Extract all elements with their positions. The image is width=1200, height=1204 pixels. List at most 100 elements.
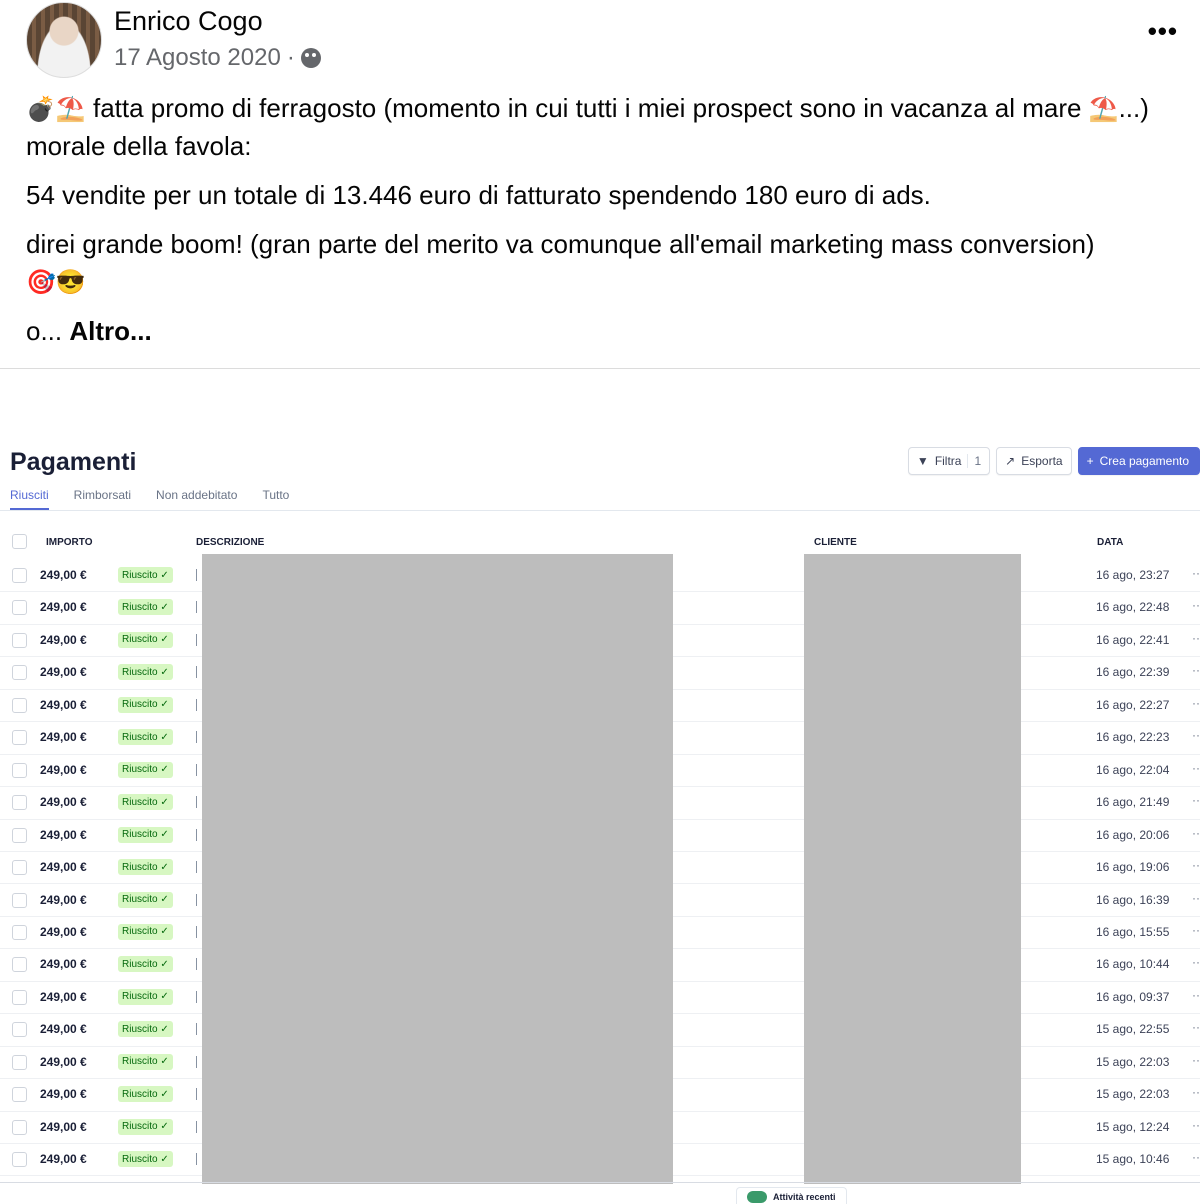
description-marker	[196, 1055, 197, 1068]
select-all-checkbox[interactable]	[12, 534, 27, 549]
post-paragraph-3: direi grande boom! (gran parte del merit…	[26, 229, 1095, 296]
row-menu-icon[interactable]: ··	[1192, 566, 1200, 580]
row-checkbox[interactable]	[12, 957, 27, 973]
row-menu-icon[interactable]: ··	[1192, 1053, 1200, 1067]
row-menu-icon[interactable]: ··	[1192, 1085, 1200, 1099]
row-menu-icon[interactable]: ··	[1192, 663, 1200, 677]
row-menu-icon[interactable]: ··	[1192, 631, 1200, 645]
description-marker	[196, 925, 197, 938]
description-marker	[196, 958, 197, 971]
row-menu-icon[interactable]: ··	[1192, 1150, 1200, 1164]
row-menu-icon[interactable]: ··	[1192, 1020, 1200, 1034]
row-checkbox[interactable]	[12, 924, 27, 940]
row-menu-icon[interactable]: ··	[1192, 923, 1200, 937]
post-paragraph-1: 💣⛱️ fatta promo di ferragosto (momento i…	[26, 93, 1149, 161]
status-badge: Riuscito ✓	[118, 567, 173, 583]
tab-tutto[interactable]: Tutto	[262, 488, 289, 510]
row-amount: 249,00 €	[40, 762, 87, 777]
toolbar: ▼ Filtra 1 ↗ Esporta + Crea pagamento	[907, 447, 1200, 475]
recent-activity-tab[interactable]: Attività recenti	[736, 1187, 847, 1204]
globe-icon	[300, 48, 321, 68]
row-amount: 249,00 €	[40, 827, 87, 842]
row-checkbox[interactable]	[12, 762, 27, 778]
row-checkbox[interactable]	[12, 827, 27, 843]
status-badge: Riuscito ✓	[118, 696, 173, 713]
row-menu-icon[interactable]: ··	[1192, 955, 1200, 969]
tab-riusciti[interactable]: Riusciti	[10, 488, 49, 510]
row-menu-icon[interactable]: ··	[1192, 826, 1200, 840]
row-amount: 249,00 €	[40, 568, 87, 582]
row-menu-icon[interactable]: ··	[1192, 598, 1200, 612]
author-avatar[interactable]	[26, 2, 102, 78]
row-amount: 249,00 €	[40, 1022, 87, 1037]
see-more-link[interactable]: Altro...	[69, 316, 151, 346]
status-badge: Riuscito ✓	[118, 631, 173, 648]
row-date: 16 ago, 16:39	[1096, 892, 1170, 907]
description-marker	[196, 666, 197, 679]
plus-icon: +	[1086, 454, 1094, 468]
row-checkbox[interactable]	[12, 632, 27, 648]
author-name[interactable]: Enrico Cogo	[114, 6, 263, 37]
row-checkbox[interactable]	[12, 568, 27, 583]
filter-button[interactable]: ▼ Filtra 1	[907, 447, 991, 475]
tab-rimborsati[interactable]: Rimborsati	[74, 488, 131, 510]
row-menu-icon[interactable]: ··	[1192, 988, 1200, 1002]
tabs: Riusciti Rimborsati Non addebitato Tutto	[10, 488, 289, 510]
row-checkbox[interactable]	[12, 600, 27, 616]
row-amount: 249,00 €	[40, 1054, 87, 1069]
row-checkbox[interactable]	[12, 1087, 27, 1103]
row-amount: 249,00 €	[40, 730, 87, 745]
description-marker	[196, 601, 197, 614]
row-menu-icon[interactable]: ··	[1192, 858, 1200, 872]
post-header: Enrico Cogo 17 Agosto 2020 · •••	[26, 2, 1200, 82]
row-date: 15 ago, 22:55	[1096, 1022, 1170, 1037]
post-date[interactable]: 17 Agosto 2020	[114, 44, 281, 72]
tab-non-addebitato[interactable]: Non addebitato	[156, 488, 237, 510]
status-badge: Riuscito ✓	[118, 664, 173, 681]
row-date: 15 ago, 22:03	[1096, 1087, 1170, 1102]
row-checkbox[interactable]	[12, 1054, 27, 1070]
row-checkbox[interactable]	[12, 1152, 27, 1168]
row-checkbox[interactable]	[12, 1119, 27, 1135]
status-badge: Riuscito ✓	[118, 923, 173, 940]
row-amount: 249,00 €	[40, 632, 87, 647]
description-marker	[196, 893, 197, 906]
row-checkbox[interactable]	[12, 697, 27, 713]
redacted-customer	[804, 554, 1021, 1184]
row-checkbox[interactable]	[12, 665, 27, 681]
row-date: 16 ago, 22:48	[1096, 600, 1170, 615]
bottom-divider	[0, 1182, 1200, 1183]
description-marker	[196, 731, 197, 744]
row-checkbox[interactable]	[12, 730, 27, 746]
row-amount: 249,00 €	[40, 795, 87, 810]
payments-screenshot[interactable]: Pagamenti ▼ Filtra 1 ↗ Esporta + Crea pagame…	[0, 370, 1200, 1204]
row-menu-icon[interactable]: ··	[1192, 696, 1200, 710]
row-menu-icon[interactable]: ··	[1192, 891, 1200, 905]
activity-icon	[747, 1190, 767, 1203]
status-badge: Riuscito ✓	[118, 599, 173, 616]
page-title: Pagamenti	[10, 448, 137, 476]
description-marker	[196, 633, 197, 646]
status-badge: Riuscito ✓	[118, 988, 173, 1005]
col-amount: IMPORTO	[46, 537, 93, 548]
row-menu-icon[interactable]: ··	[1192, 1118, 1200, 1132]
row-menu-icon[interactable]: ··	[1192, 793, 1200, 807]
post-paragraph-4: o... Altro...	[26, 316, 152, 346]
row-menu-icon[interactable]: ··	[1192, 728, 1200, 742]
status-badge: Riuscito ✓	[118, 1053, 173, 1070]
row-checkbox[interactable]	[12, 860, 27, 876]
status-badge: Riuscito ✓	[118, 891, 173, 908]
row-checkbox[interactable]	[12, 989, 27, 1005]
row-checkbox[interactable]	[12, 892, 27, 908]
row-menu-icon[interactable]: ··	[1192, 761, 1200, 775]
status-badge: Riuscito ✓	[118, 1086, 173, 1103]
description-marker	[196, 796, 197, 809]
row-amount: 249,00 €	[40, 860, 87, 875]
create-payment-button[interactable]: + Crea pagamento	[1077, 447, 1200, 475]
post-paragraph-2: 54 vendite per un totale di 13.446 euro …	[26, 180, 931, 210]
row-checkbox[interactable]	[12, 1022, 27, 1038]
row-checkbox[interactable]	[12, 795, 27, 811]
export-button[interactable]: ↗ Esporta	[996, 447, 1072, 475]
more-options-button[interactable]: •••	[1148, 16, 1178, 47]
description-marker	[196, 763, 197, 776]
